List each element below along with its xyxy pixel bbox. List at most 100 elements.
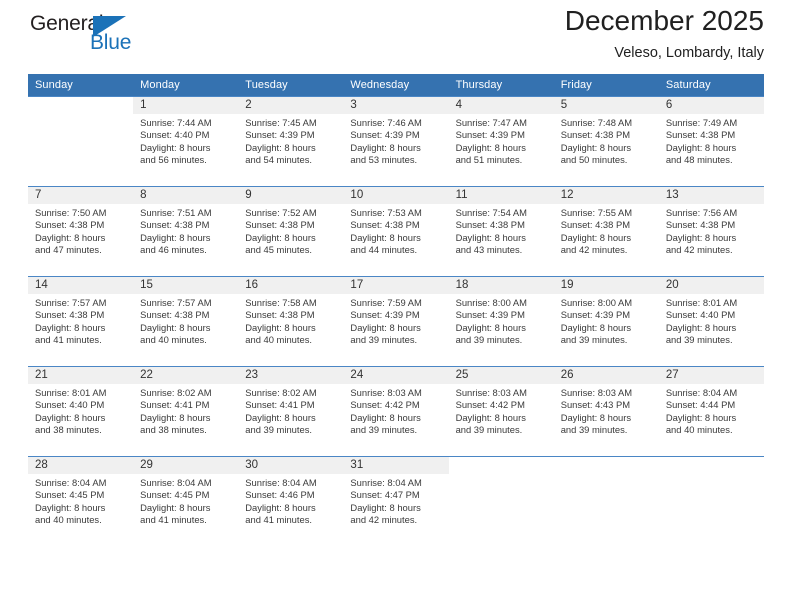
calendar-day-cell[interactable]: 7 Sunrise: 7:50 AM Sunset: 4:38 PM Daylight… bbox=[28, 186, 134, 277]
day-info-line: Sunrise: 8:03 AM bbox=[455, 387, 527, 398]
page-subtitle: Veleso, Lombardy, Italy bbox=[614, 45, 764, 61]
day-info-line: Sunrise: 7:53 AM bbox=[350, 207, 422, 218]
calendar-day-cell[interactable]: 28 Sunrise: 8:04 AM Sunset: 4:45 PM Dayligh… bbox=[28, 456, 134, 546]
day-cell-content: 8 Sunrise: 7:51 AM Sunset: 4:38 PM Daylight… bbox=[133, 187, 239, 276]
day-info-line: Sunrise: 7:46 AM bbox=[350, 117, 422, 128]
day-info-line: Sunrise: 7:45 AM bbox=[245, 117, 317, 128]
calendar-day-cell[interactable]: 20 Sunrise: 8:01 AM Sunset: 4:40 PM Dayligh… bbox=[658, 276, 764, 367]
day-number: 7 bbox=[28, 187, 134, 204]
day-cell-content: 27 Sunrise: 8:04 AM Sunset: 4:44 PM Dayligh… bbox=[658, 367, 764, 456]
calendar-day-cell[interactable]: 14 Sunrise: 7:57 AM Sunset: 4:38 PM Dayligh… bbox=[28, 276, 134, 367]
day-cell-content: 2 Sunrise: 7:45 AM Sunset: 4:39 PM Daylight… bbox=[238, 97, 344, 186]
day-sun-info: Sunrise: 8:04 AM Sunset: 4:45 PM Daylight:… bbox=[133, 474, 238, 527]
calendar-day-cell[interactable]: 30 Sunrise: 8:04 AM Sunset: 4:46 PM Dayligh… bbox=[238, 456, 344, 546]
day-sun-info: Sunrise: 7:49 AM Sunset: 4:38 PM Daylight:… bbox=[659, 114, 764, 167]
day-info-line: and 38 minutes. bbox=[35, 424, 102, 436]
calendar-page: General Blue December 2025 Veleso, Lomba… bbox=[0, 0, 792, 612]
calendar-day-cell[interactable]: 4 Sunrise: 7:47 AM Sunset: 4:39 PM Daylight… bbox=[448, 96, 554, 187]
day-sun-info: Sunrise: 8:04 AM Sunset: 4:45 PM Daylight:… bbox=[28, 474, 133, 527]
day-cell-content: 3 Sunrise: 7:46 AM Sunset: 4:39 PM Daylight… bbox=[343, 97, 449, 186]
day-cell-content bbox=[448, 457, 554, 546]
day-cell-content: 4 Sunrise: 7:47 AM Sunset: 4:39 PM Daylight… bbox=[448, 97, 554, 186]
day-info-line: and 46 minutes. bbox=[140, 244, 207, 256]
day-number bbox=[553, 457, 659, 474]
day-sun-info: Sunrise: 8:02 AM Sunset: 4:41 PM Daylight:… bbox=[238, 384, 343, 437]
calendar-day-cell[interactable]: 18 Sunrise: 8:00 AM Sunset: 4:39 PM Dayligh… bbox=[448, 276, 554, 367]
day-info-line: Sunrise: 8:00 AM bbox=[455, 297, 527, 308]
logo-word-blue: Blue bbox=[90, 31, 132, 54]
weekday-header-tuesday: Tuesday bbox=[238, 74, 344, 97]
day-number: 26 bbox=[553, 367, 659, 384]
day-info-line: Daylight: 8 hours bbox=[140, 321, 211, 333]
day-info-line: Sunset: 4:38 PM bbox=[665, 129, 736, 141]
calendar-day-cell[interactable]: 21 Sunrise: 8:01 AM Sunset: 4:40 PM Dayligh… bbox=[28, 366, 134, 457]
calendar-day-cell[interactable]: 2 Sunrise: 7:45 AM Sunset: 4:39 PM Daylight… bbox=[238, 96, 344, 187]
calendar-day-cell[interactable]: 12 Sunrise: 7:55 AM Sunset: 4:38 PM Dayligh… bbox=[553, 186, 659, 277]
day-info-line: Sunrise: 7:57 AM bbox=[35, 297, 107, 308]
day-cell-content: 22 Sunrise: 8:02 AM Sunset: 4:41 PM Dayligh… bbox=[133, 367, 239, 456]
calendar-day-cell[interactable]: 31 Sunrise: 8:04 AM Sunset: 4:47 PM Dayligh… bbox=[343, 456, 449, 546]
day-cell-content: 30 Sunrise: 8:04 AM Sunset: 4:46 PM Dayligh… bbox=[238, 457, 344, 546]
calendar-day-cell[interactable]: 11 Sunrise: 7:54 AM Sunset: 4:38 PM Dayligh… bbox=[448, 186, 554, 277]
day-cell-content: 31 Sunrise: 8:04 AM Sunset: 4:47 PM Dayligh… bbox=[343, 457, 449, 546]
day-number: 10 bbox=[343, 187, 449, 204]
day-sun-info: Sunrise: 8:04 AM Sunset: 4:44 PM Daylight:… bbox=[659, 384, 764, 437]
day-number: 11 bbox=[448, 187, 554, 204]
day-info-line: Sunrise: 8:01 AM bbox=[665, 297, 738, 308]
day-sun-info: Sunrise: 8:01 AM Sunset: 4:40 PM Daylight:… bbox=[28, 384, 133, 437]
calendar-day-cell[interactable]: 16 Sunrise: 7:58 AM Sunset: 4:38 PM Dayligh… bbox=[238, 276, 344, 367]
general-blue-logo[interactable]: General Blue bbox=[28, 12, 158, 64]
day-sun-info: Sunrise: 8:00 AM Sunset: 4:39 PM Daylight:… bbox=[554, 294, 659, 347]
day-number: 4 bbox=[448, 97, 554, 114]
day-sun-info: Sunrise: 8:00 AM Sunset: 4:39 PM Daylight:… bbox=[449, 294, 554, 347]
day-info-line: Sunrise: 8:04 AM bbox=[350, 477, 422, 488]
calendar-day-cell[interactable]: 19 Sunrise: 8:00 AM Sunset: 4:39 PM Dayligh… bbox=[553, 276, 659, 367]
calendar-day-cell[interactable]: 9 Sunrise: 7:52 AM Sunset: 4:38 PM Daylight… bbox=[238, 186, 344, 277]
day-sun-info: Sunrise: 8:04 AM Sunset: 4:46 PM Daylight:… bbox=[238, 474, 343, 527]
calendar-day-cell[interactable]: 8 Sunrise: 7:51 AM Sunset: 4:38 PM Daylight… bbox=[133, 186, 239, 277]
day-info-line: Sunrise: 8:04 AM bbox=[35, 477, 107, 488]
day-info-line: Sunset: 4:39 PM bbox=[245, 129, 315, 141]
calendar-day-cell[interactable]: 27 Sunrise: 8:04 AM Sunset: 4:44 PM Dayligh… bbox=[658, 366, 764, 457]
day-info-line: Sunrise: 7:50 AM bbox=[35, 207, 107, 218]
calendar-day-cell[interactable]: 1 Sunrise: 7:44 AM Sunset: 4:40 PM Daylight… bbox=[133, 96, 239, 187]
day-cell-content: 10 Sunrise: 7:53 AM Sunset: 4:38 PM Dayligh… bbox=[343, 187, 449, 276]
day-number: 17 bbox=[343, 277, 449, 294]
calendar-day-cell[interactable]: 5 Sunrise: 7:48 AM Sunset: 4:38 PM Daylight… bbox=[553, 96, 659, 187]
day-sun-info: Sunrise: 7:52 AM Sunset: 4:38 PM Daylight:… bbox=[238, 204, 343, 257]
day-info-line: and 40 minutes. bbox=[665, 424, 733, 436]
day-info-line: Sunset: 4:40 PM bbox=[140, 129, 210, 141]
day-info-line: Daylight: 8 hours bbox=[665, 411, 737, 423]
day-sun-info: Sunrise: 7:47 AM Sunset: 4:39 PM Daylight:… bbox=[449, 114, 554, 167]
day-info-line: Sunset: 4:38 PM bbox=[245, 309, 315, 321]
calendar-day-cell[interactable]: 25 Sunrise: 8:03 AM Sunset: 4:42 PM Dayligh… bbox=[448, 366, 554, 457]
calendar-day-cell[interactable]: 22 Sunrise: 8:02 AM Sunset: 4:41 PM Dayligh… bbox=[133, 366, 239, 457]
calendar-day-cell[interactable]: 26 Sunrise: 8:03 AM Sunset: 4:43 PM Dayligh… bbox=[553, 366, 659, 457]
calendar-day-cell[interactable]: 10 Sunrise: 7:53 AM Sunset: 4:38 PM Dayligh… bbox=[343, 186, 449, 277]
day-sun-info: Sunrise: 7:54 AM Sunset: 4:38 PM Daylight:… bbox=[449, 204, 554, 257]
day-info-line: Daylight: 8 hours bbox=[350, 321, 421, 333]
day-info-line: Sunrise: 8:04 AM bbox=[140, 477, 212, 488]
day-info-line: and 39 minutes. bbox=[455, 424, 523, 436]
day-info-line: and 42 minutes. bbox=[665, 244, 733, 256]
day-info-line: Sunrise: 7:57 AM bbox=[140, 297, 212, 308]
calendar-day-cell[interactable]: 29 Sunrise: 8:04 AM Sunset: 4:45 PM Dayligh… bbox=[133, 456, 239, 546]
calendar-grid: Sunday Monday Tuesday Wednesday Thursday Frid… bbox=[28, 74, 764, 546]
calendar-day-cell[interactable]: 15 Sunrise: 7:57 AM Sunset: 4:38 PM Dayligh… bbox=[133, 276, 239, 367]
calendar-day-cell[interactable]: 13 Sunrise: 7:56 AM Sunset: 4:38 PM Dayligh… bbox=[658, 186, 764, 277]
day-info-line: Sunset: 4:45 PM bbox=[140, 489, 210, 501]
day-sun-info: Sunrise: 8:03 AM Sunset: 4:43 PM Daylight:… bbox=[554, 384, 659, 437]
day-number: 5 bbox=[553, 97, 659, 114]
calendar-day-cell[interactable]: 6 Sunrise: 7:49 AM Sunset: 4:38 PM Daylight… bbox=[658, 96, 764, 187]
day-info-line: Daylight: 8 hours bbox=[665, 321, 737, 333]
page-header: General Blue December 2025 Veleso, Lomba… bbox=[28, 0, 764, 74]
day-info-line: Sunset: 4:39 PM bbox=[350, 129, 420, 141]
calendar-day-cell[interactable]: 23 Sunrise: 8:02 AM Sunset: 4:41 PM Dayligh… bbox=[238, 366, 344, 457]
day-number: 13 bbox=[658, 187, 764, 204]
day-number: 19 bbox=[553, 277, 659, 294]
calendar-day-cell[interactable]: 17 Sunrise: 7:59 AM Sunset: 4:39 PM Dayligh… bbox=[343, 276, 449, 367]
day-info-line: Daylight: 8 hours bbox=[560, 231, 632, 243]
calendar-day-cell[interactable]: 3 Sunrise: 7:46 AM Sunset: 4:39 PM Daylight… bbox=[343, 96, 449, 187]
day-cell-content: 18 Sunrise: 8:00 AM Sunset: 4:39 PM Dayligh… bbox=[448, 277, 554, 366]
calendar-day-cell[interactable]: 24 Sunrise: 8:03 AM Sunset: 4:42 PM Dayligh… bbox=[343, 366, 449, 457]
